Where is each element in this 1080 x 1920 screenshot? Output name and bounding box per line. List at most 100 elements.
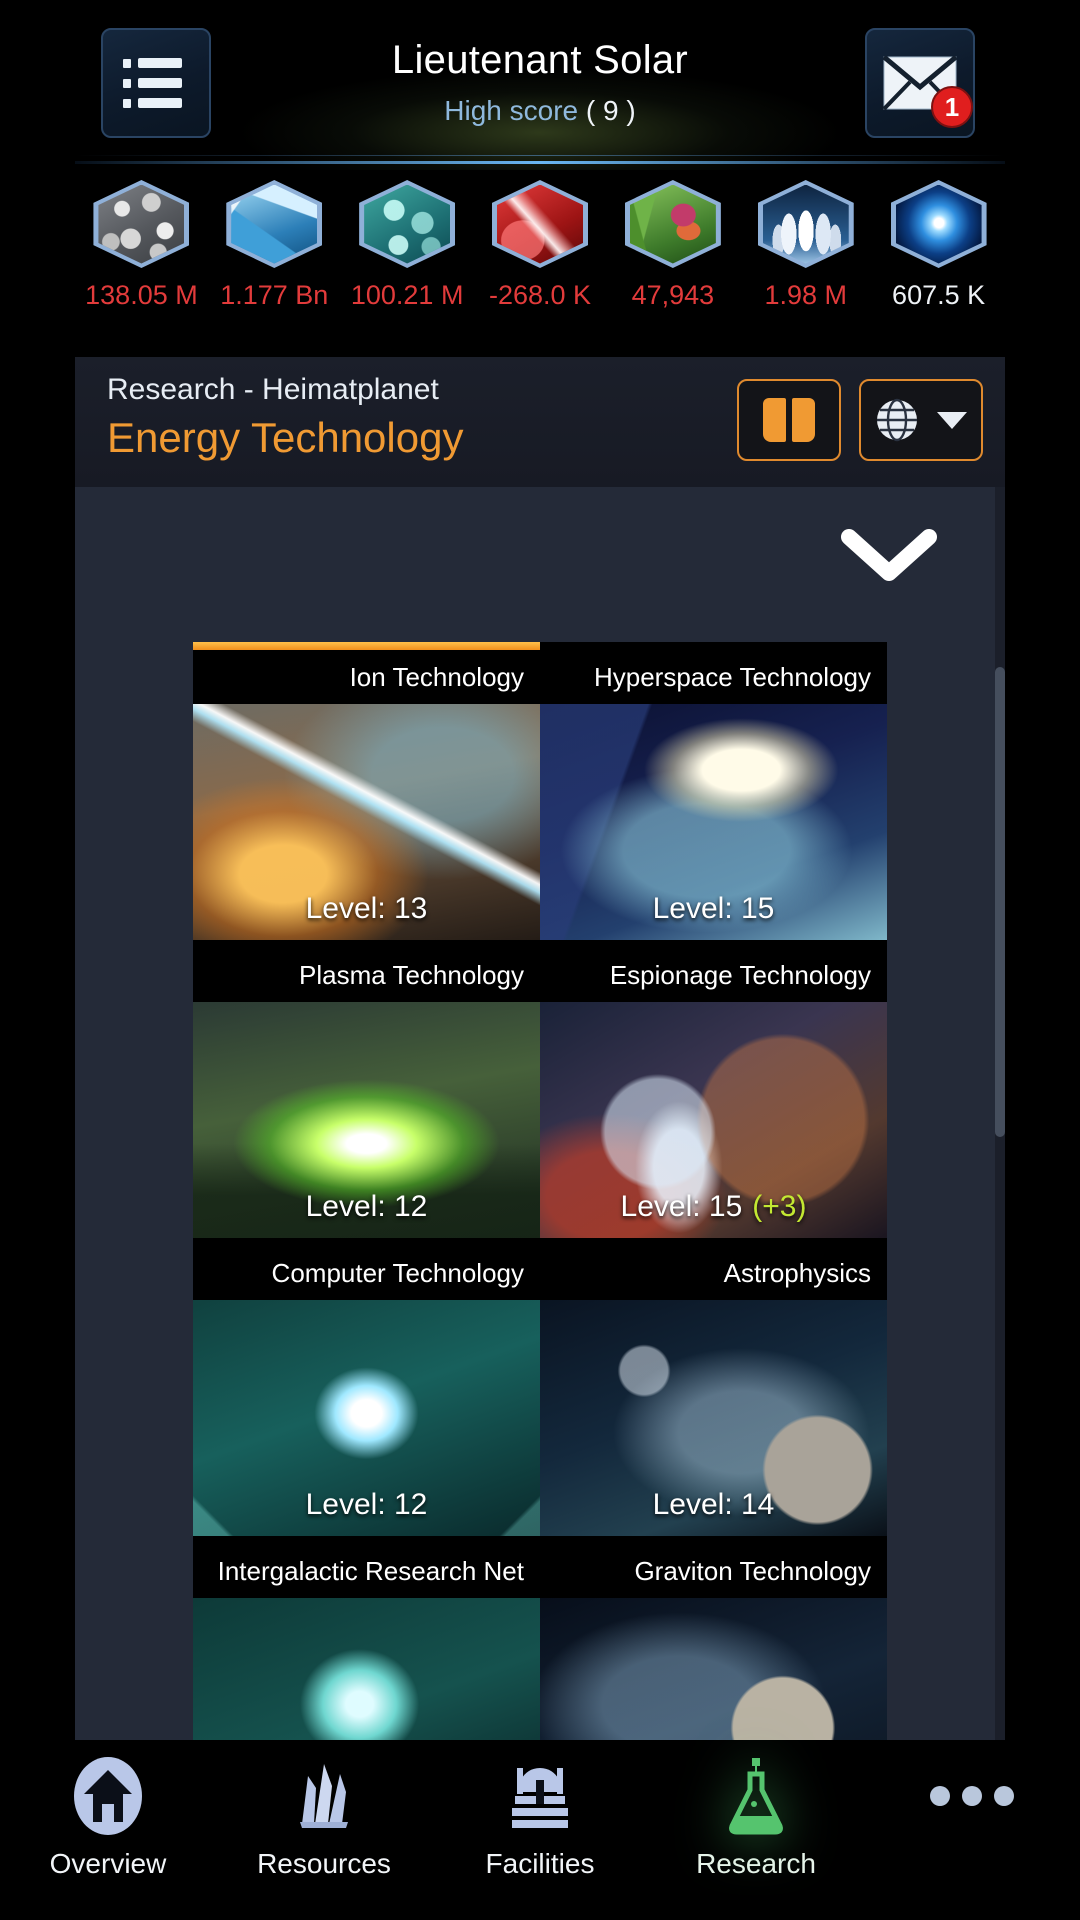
food-hex-icon	[629, 184, 716, 264]
book-icon	[763, 398, 815, 442]
nav-item-facilities[interactable]: Facilities	[432, 1754, 648, 1880]
resource-deuterium[interactable]: 100.21 M	[341, 172, 474, 352]
tech-card-ion-technology[interactable]: Ion Technology Level: 13	[193, 642, 540, 940]
tech-row: Plasma Technology Level: 12 Espionage Te…	[193, 940, 887, 1238]
tech-card-computer-technology[interactable]: Computer Technology Level: 12	[193, 1238, 540, 1536]
selected-indicator	[193, 1536, 540, 1544]
mail-button[interactable]: 1	[865, 28, 975, 138]
tech-name: Intergalactic Research Net	[193, 1544, 540, 1598]
tech-level: Level: 15 (+3)	[620, 1190, 807, 1223]
nav-item-overview[interactable]: Overview	[0, 1754, 216, 1880]
metal-hex-icon	[98, 184, 185, 264]
top-panel: Lieutenant Solar High score ( 9 ) 1 138.…	[75, 0, 1005, 355]
nav-label: Research	[696, 1848, 816, 1879]
header-divider-soft	[75, 155, 1005, 156]
tech-card-espionage-technology[interactable]: Espionage Technology Level: 15 (+3)	[540, 940, 887, 1238]
mail-envelope-icon: 1	[883, 56, 973, 128]
home-icon	[66, 1754, 150, 1838]
resource-value: 1.177 Bn	[220, 280, 329, 310]
tech-grid: Ion Technology Level: 13 Hyperspace Tech…	[193, 642, 887, 1740]
resource-value: 1.98 M	[764, 280, 847, 310]
selected-indicator	[193, 642, 540, 650]
tech-name: Ion Technology	[193, 650, 540, 704]
selected-indicator	[540, 642, 887, 650]
research-header: Research - Heimatplanet Energy Technolog…	[75, 357, 1005, 487]
tech-level: Level: 14	[652, 1488, 775, 1521]
resource-value: 138.05 M	[85, 280, 198, 310]
crystals-icon	[282, 1754, 366, 1838]
tech-name: Plasma Technology	[193, 948, 540, 1002]
tech-artwork	[193, 1598, 540, 1740]
resource-food[interactable]: 47,943	[606, 172, 739, 352]
tech-level: Level: 15	[652, 892, 775, 925]
breadcrumb: Research - Heimatplanet	[107, 373, 439, 406]
nav-item-resources[interactable]: Resources	[216, 1754, 432, 1880]
tech-card-intergalactic-research-net[interactable]: Intergalactic Research Net	[193, 1536, 540, 1740]
tech-artwork: Level: 13	[193, 704, 540, 940]
tech-card-hyperspace-technology[interactable]: Hyperspace Technology Level: 15	[540, 642, 887, 940]
page-title: Energy Technology	[107, 414, 464, 461]
selected-indicator	[540, 1536, 887, 1544]
selected-indicator	[193, 940, 540, 948]
tech-level: Level: 12	[305, 1488, 428, 1521]
resource-energy[interactable]: -268.0 K	[474, 172, 607, 352]
tech-artwork: Level: 15 (+3)	[540, 1002, 887, 1238]
resource-bar: 138.05 M 1.177 Bn 100.21 M -268.0 K 47,9…	[75, 172, 1005, 352]
selected-indicator	[193, 1238, 540, 1246]
tech-card-graviton-technology[interactable]: Graviton Technology	[540, 1536, 887, 1740]
resource-dark-matter[interactable]: 607.5 K	[872, 172, 1005, 352]
tech-artwork: Level: 15	[540, 704, 887, 940]
nav-label: Facilities	[485, 1848, 595, 1879]
header-divider	[75, 161, 1005, 164]
scrollbar-track[interactable]	[995, 487, 1005, 1740]
research-content: Ion Technology Level: 13 Hyperspace Tech…	[75, 487, 1005, 1740]
tech-card-plasma-technology[interactable]: Plasma Technology Level: 12	[193, 940, 540, 1238]
selected-indicator	[540, 940, 887, 948]
caret-down-icon	[937, 411, 967, 429]
tech-name: Hyperspace Technology	[540, 650, 887, 704]
scrollbar-thumb[interactable]	[995, 667, 1005, 1137]
deuterium-hex-icon	[364, 184, 451, 264]
handbook-button[interactable]	[737, 379, 841, 461]
population-hex-icon	[762, 184, 849, 264]
tech-artwork	[540, 1598, 887, 1740]
planet-select-button[interactable]	[859, 379, 983, 461]
globe-icon	[875, 398, 919, 442]
mail-badge: 1	[931, 86, 973, 128]
more-dots-icon	[930, 1754, 1014, 1838]
resource-value: 47,943	[631, 280, 715, 310]
tech-row: Intergalactic Research Net Graviton Tech…	[193, 1536, 887, 1740]
chevron-down-icon	[841, 525, 937, 585]
tech-card-astrophysics[interactable]: Astrophysics Level: 14	[540, 1238, 887, 1536]
factory-icon	[498, 1754, 582, 1838]
flask-icon	[714, 1754, 798, 1838]
tech-artwork: Level: 12	[193, 1300, 540, 1536]
selected-indicator	[540, 1238, 887, 1246]
tech-row: Ion Technology Level: 13 Hyperspace Tech…	[193, 642, 887, 940]
tech-name: Computer Technology	[193, 1246, 540, 1300]
tech-name: Espionage Technology	[540, 948, 887, 1002]
tech-name: Graviton Technology	[540, 1544, 887, 1598]
high-score-label: High score	[444, 95, 579, 126]
app-screen: Lieutenant Solar High score ( 9 ) 1 138.…	[0, 0, 1080, 1920]
tech-name: Astrophysics	[540, 1246, 887, 1300]
resource-population[interactable]: 1.98 M	[739, 172, 872, 352]
energy-hex-icon	[497, 184, 583, 264]
tech-artwork: Level: 12	[193, 1002, 540, 1238]
tech-level: Level: 13	[305, 892, 428, 925]
nav-item-research[interactable]: Research	[648, 1754, 864, 1880]
nav-label: Overview	[49, 1848, 167, 1879]
high-score-value: ( 9 )	[585, 95, 636, 126]
header-bar: Lieutenant Solar High score ( 9 ) 1	[75, 0, 1005, 170]
resource-metal[interactable]: 138.05 M	[75, 172, 208, 352]
resource-value: 100.21 M	[350, 280, 464, 310]
nav-item-more[interactable]	[864, 1754, 1080, 1848]
bottom-navigation: Overview Resources Facilities Research	[0, 1740, 1080, 1920]
resource-value: 607.5 K	[892, 280, 986, 310]
resource-value: -268.0 K	[488, 280, 592, 310]
collapse-chevron-button[interactable]	[841, 525, 937, 585]
tech-row: Computer Technology Level: 12 Astrophysi…	[193, 1238, 887, 1536]
resource-crystal[interactable]: 1.177 Bn	[208, 172, 341, 352]
crystal-hex-icon	[231, 184, 318, 264]
tech-level-bonus: (+3)	[752, 1190, 807, 1223]
